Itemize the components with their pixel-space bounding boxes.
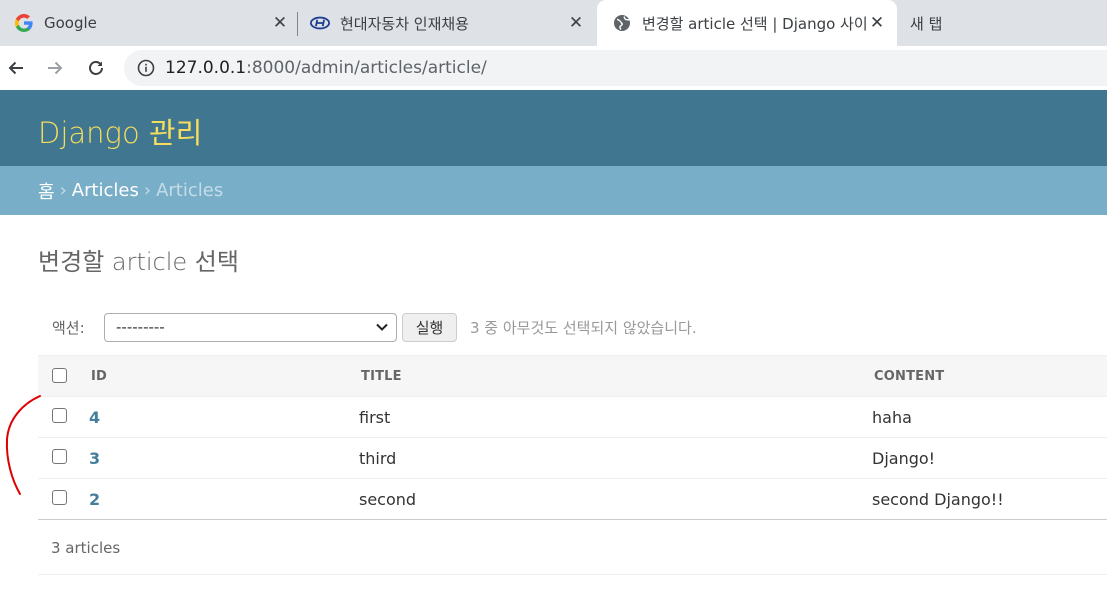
results-table: ID TITLE CONTENT 4 first haha 3 third Dj…: [38, 355, 1107, 520]
tab-google[interactable]: Google ✕: [14, 0, 290, 46]
reload-button[interactable]: [82, 54, 110, 82]
url-host: 127.0.0.1: [165, 58, 247, 78]
tab-strip: Google ✕ 현대자동차 인재채용 ✕ 변경할 article 선택 | D…: [0, 0, 1107, 46]
forward-button[interactable]: [41, 54, 69, 82]
chevron-down-icon: [376, 323, 388, 331]
action-label: 액션:: [52, 318, 85, 337]
breadcrumb-home[interactable]: 홈: [38, 178, 55, 204]
row-title: second: [359, 490, 417, 509]
breadcrumb-app[interactable]: Articles: [72, 180, 139, 201]
row-id-link[interactable]: 2: [89, 490, 100, 509]
tab-new-tab[interactable]: 새 탭: [910, 0, 1100, 46]
url-text: 127.0.0.1:8000/admin/articles/article/: [165, 58, 487, 78]
arrow-right-icon: [48, 61, 63, 75]
actions-bar: 액션: --------- 실행 3 중 아무것도 선택되지 않았습니다.: [38, 306, 1107, 348]
info-icon[interactable]: [136, 58, 156, 78]
column-header-id[interactable]: ID: [91, 369, 107, 384]
breadcrumb: 홈 › Articles › Articles: [0, 166, 1107, 215]
select-all-checkbox[interactable]: [52, 368, 67, 383]
table-row: 4 first haha: [38, 397, 1107, 438]
hand-drawn-annotation: [5, 395, 41, 495]
tab-title: Google: [44, 14, 97, 32]
tab-title: 변경할 article 선택 | Django 사이: [642, 14, 867, 33]
tab-django-admin[interactable]: 변경할 article 선택 | Django 사이 ✕: [597, 0, 897, 46]
column-header-title[interactable]: TITLE: [361, 369, 402, 384]
tab-title: 현대자동차 인재채용: [340, 14, 469, 33]
column-header-content[interactable]: CONTENT: [874, 369, 944, 384]
close-tab-icon[interactable]: ✕: [566, 13, 586, 33]
run-action-button[interactable]: 실행: [402, 312, 457, 342]
close-tab-icon[interactable]: ✕: [867, 13, 887, 33]
breadcrumb-separator: ›: [143, 180, 152, 201]
browser-toolbar: 127.0.0.1:8000/admin/articles/article/: [0, 46, 1107, 90]
row-checkbox[interactable]: [52, 490, 67, 505]
url-path: :8000/admin/articles/article/: [246, 58, 487, 78]
table-row: 3 third Django!: [38, 438, 1107, 479]
action-select[interactable]: ---------: [104, 312, 397, 342]
arrow-left-icon: [8, 61, 23, 75]
reload-icon: [89, 61, 103, 75]
row-title: third: [359, 449, 397, 468]
google-g-icon: [14, 13, 34, 33]
address-bar[interactable]: 127.0.0.1:8000/admin/articles/article/: [124, 50, 1107, 86]
breadcrumb-current: Articles: [156, 180, 224, 201]
tab-hyundai[interactable]: 현대자동차 인재채용 ✕: [310, 0, 586, 46]
row-id-link[interactable]: 3: [89, 449, 100, 468]
page-title: 변경할 article 선택: [38, 248, 239, 276]
row-id-link[interactable]: 4: [89, 408, 100, 427]
globe-icon: [612, 13, 632, 33]
tab-separator: [297, 12, 298, 36]
hyundai-logo-icon: [310, 13, 330, 33]
row-content: Django!: [872, 449, 936, 468]
selection-counter: 3 중 아무것도 선택되지 않았습니다.: [470, 318, 697, 337]
breadcrumb-separator: ›: [59, 180, 67, 201]
close-tab-icon[interactable]: ✕: [270, 13, 290, 33]
row-checkbox[interactable]: [52, 449, 67, 464]
admin-header: Django 관리: [0, 90, 1107, 166]
site-brand[interactable]: Django 관리: [38, 110, 202, 152]
row-title: first: [359, 408, 391, 427]
tab-title: 새 탭: [910, 14, 943, 33]
row-checkbox[interactable]: [52, 408, 67, 423]
paginator: 3 articles: [38, 521, 1107, 575]
row-content: haha: [872, 408, 912, 427]
table-header: ID TITLE CONTENT: [38, 355, 1107, 397]
back-button[interactable]: [2, 54, 30, 82]
action-select-value: ---------: [116, 318, 165, 336]
table-row: 2 second second Django!!: [38, 479, 1107, 520]
row-content: second Django!!: [872, 490, 1004, 509]
